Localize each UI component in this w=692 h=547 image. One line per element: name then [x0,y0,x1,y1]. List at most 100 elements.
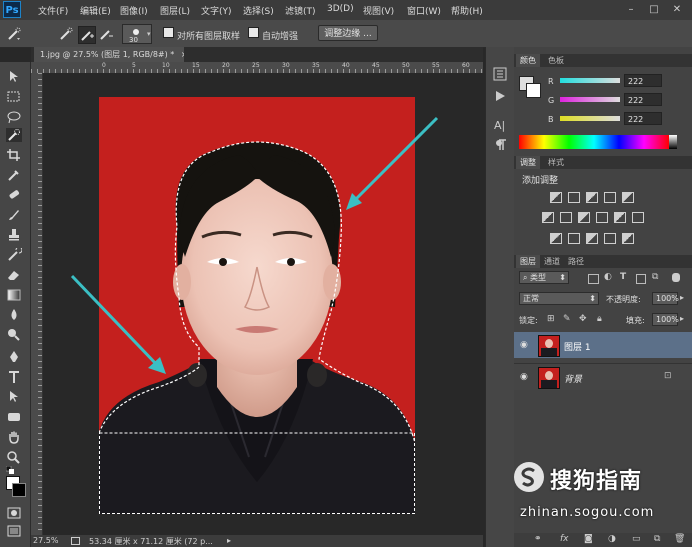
delete-layer-icon[interactable]: 🗑︎ [674,534,685,544]
color-lookup-icon[interactable] [632,212,644,223]
layer-row-background[interactable]: ◉ 背景 ⊡ [514,363,692,390]
arrow-left-annotation [70,274,166,374]
link-layers-icon[interactable]: ⚭ [534,534,542,544]
blend-mode-select[interactable]: 正常 ⬍ [519,292,599,305]
color-panel-tabs: 颜色 色板 [514,54,692,67]
chevron-down-icon: ⬍ [559,273,566,282]
lock-all-icon[interactable]: 🔒︎ [597,314,602,324]
new-layer-icon[interactable]: ⧉ [654,534,660,544]
fill-label: 填充: [626,316,645,325]
lock-icon: ⊡ [664,371,672,381]
blend-mode-value: 正常 [523,294,539,303]
exposure-icon[interactable] [604,192,616,203]
selective-color-icon[interactable] [622,233,634,244]
thumbnail-body [541,348,557,356]
zoom-level[interactable]: 27.5% [33,536,58,545]
sogou-s-icon [521,467,535,487]
arrow-right-annotation [346,116,439,210]
blue-channel-value[interactable]: 222 [624,112,662,125]
hue-saturation-icon[interactable] [542,212,554,223]
layer-mask-icon[interactable]: ◙ [584,534,593,544]
opacity-arrow-icon[interactable]: ▸ [680,293,684,302]
tab-channels[interactable]: 通道 [540,255,564,268]
red-channel-value[interactable]: 222 [624,74,662,87]
watermark-url: zhinan.sogou.com [520,505,655,520]
vibrance-icon[interactable] [622,192,634,203]
opacity-label: 不透明度: [606,295,641,304]
layer-thumbnail [538,367,560,389]
blue-channel-slider[interactable] [560,116,620,121]
add-adjustment-title: 添加调整 [522,176,559,186]
watermark-title: 搜狗指南 [550,469,643,494]
color-balance-icon[interactable] [560,212,572,223]
color-spectrum-bar[interactable] [519,135,669,149]
fill-input[interactable]: 100% [652,313,679,326]
collapsed-panel-dock: A| [485,47,515,547]
layer-row-layer1[interactable]: ◉ 图层 1 [514,332,692,358]
lock-position-icon[interactable]: ✥ [579,314,587,324]
chevron-down-icon: ⬍ [589,294,596,303]
export-icon[interactable] [71,537,80,545]
layer-name[interactable]: 背景 [564,372,582,385]
thumbnail-face [545,371,553,380]
levels-icon[interactable] [568,192,580,203]
new-group-icon[interactable]: ▭ [632,534,641,544]
pixel-filter-icon[interactable] [588,274,599,284]
tab-color[interactable]: 颜色 [516,54,540,67]
red-channel-label: R [548,77,554,86]
curves-icon[interactable] [586,192,598,203]
invert-icon[interactable] [550,233,562,244]
layer-style-icon[interactable]: fx [560,534,569,544]
lock-pixels-icon[interactable]: ✎ [563,314,571,324]
history-panel-icon[interactable] [493,67,507,81]
tab-paths[interactable]: 路径 [564,255,588,268]
status-menu-arrow-icon[interactable]: ▸ [227,536,231,545]
lock-transparent-icon[interactable]: ⊞ [547,314,555,324]
adjustment-filter-icon[interactable]: ◐ [604,272,612,282]
character-panel-icon[interactable]: A| [494,119,505,132]
eye-icon[interactable]: ◉ [520,372,528,382]
shape-filter-icon[interactable] [636,274,646,284]
actions-play-icon[interactable] [493,89,507,103]
photo-filter-icon[interactable] [596,212,608,223]
red-channel-slider[interactable] [560,78,620,83]
layer-thumbnail [538,335,560,357]
filter-toggle-icon[interactable] [672,273,680,282]
smart-filter-icon[interactable]: ⧉ [652,272,658,282]
adjustment-layer-icon[interactable]: ◑ [608,534,616,544]
status-bar: 27.5% 53.34 厘米 x 71.12 厘米 (72 p... ▸ [31,535,483,547]
channel-mixer-icon[interactable] [614,212,626,223]
sogou-logo [514,462,544,492]
layers-panel-tabs: 图层 通道 路径 [514,255,692,268]
paragraph-panel-icon[interactable] [494,139,507,151]
green-channel-value[interactable]: 222 [624,93,662,106]
black-white-icon[interactable] [578,212,590,223]
eye-icon[interactable]: ◉ [520,340,528,350]
opacity-input[interactable]: 100% [652,292,679,305]
tab-adjustments[interactable]: 调整 [516,156,540,169]
grayscale-ramp[interactable] [669,135,677,149]
brightness-contrast-icon[interactable] [550,192,562,203]
document-info: 53.34 厘米 x 71.12 厘米 (72 p... [89,537,213,546]
layer-filter-kind: 类型 [530,273,547,282]
fill-arrow-icon[interactable]: ▸ [680,314,684,323]
type-filter-icon[interactable]: T [620,272,626,282]
tab-layers[interactable]: 图层 [516,255,540,268]
layer-name[interactable]: 图层 1 [564,340,591,353]
color-background-swatch[interactable] [526,83,541,98]
search-icon: ⌕ [523,273,528,282]
tab-swatches[interactable]: 色板 [544,54,568,67]
thumbnail-body [541,380,557,388]
threshold-icon[interactable] [586,233,598,244]
adjustments-panel-tabs: 调整 样式 [514,156,692,169]
lock-label: 锁定: [519,316,538,325]
green-channel-label: G [548,96,555,105]
tab-styles[interactable]: 样式 [544,156,568,169]
thumbnail-face [545,339,553,348]
layer-filter-select[interactable]: ⌕ 类型 ⬍ [519,271,569,284]
posterize-icon[interactable] [568,233,580,244]
layer-filter-icons: ◐ T ⧉ [588,272,684,284]
gradient-map-icon[interactable] [604,233,616,244]
green-channel-slider[interactable] [560,97,620,102]
layers-panel-footer: ⚭ fx ◙ ◑ ▭ ⧉ 🗑︎ [514,533,692,547]
